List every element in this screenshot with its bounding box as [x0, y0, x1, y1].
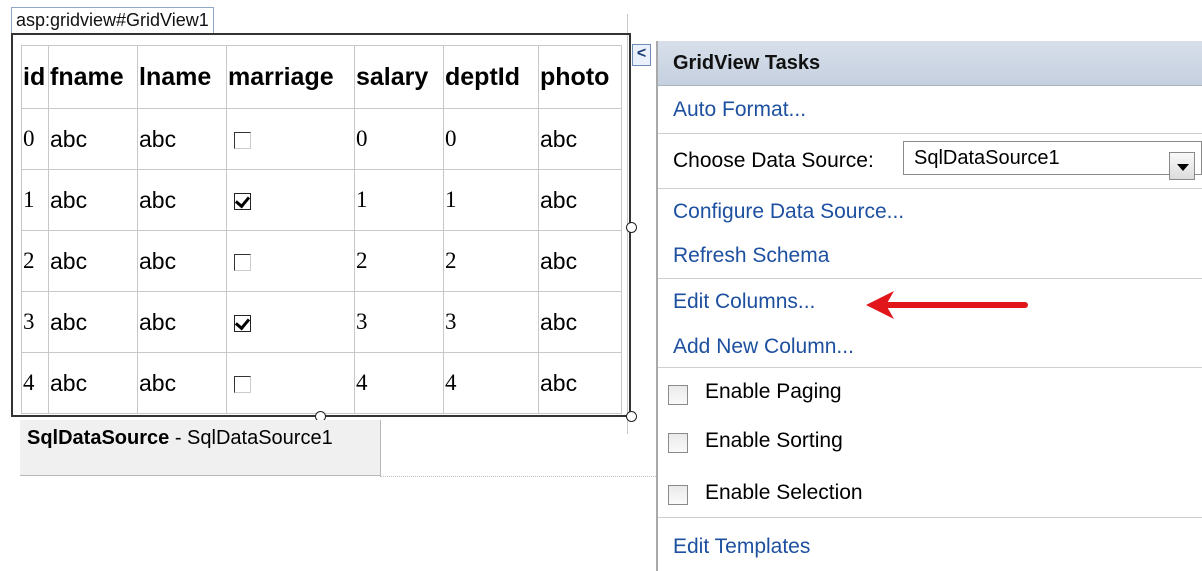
cell-fname: abc — [48, 352, 138, 414]
cell-salary: 2 — [354, 230, 444, 292]
cell-photo: abc — [538, 108, 622, 170]
marriage-checkbox-unchecked[interactable] — [234, 253, 251, 271]
marriage-checkbox-checked[interactable] — [234, 314, 251, 332]
sqldatasource-id: SqlDataSource1 — [187, 427, 333, 449]
cell-deptid: 3 — [443, 291, 539, 353]
column-header-photo[interactable]: photo — [538, 45, 622, 109]
cell-id: 0 — [21, 108, 49, 170]
column-header-salary[interactable]: salary — [354, 45, 444, 109]
auto-format-link[interactable]: Auto Format... — [673, 98, 806, 122]
enable-sorting-label[interactable]: Enable Sorting — [705, 429, 843, 453]
cell-lname: abc — [137, 291, 227, 353]
cell-id: 4 — [21, 352, 49, 414]
marriage-checkbox-checked[interactable] — [234, 192, 251, 210]
table-row: 2 abc abc 2 2 abc — [21, 230, 622, 292]
column-header-fname[interactable]: fname — [48, 45, 138, 109]
smart-tag-collapse-button[interactable]: < — [632, 44, 651, 66]
table-row: 1 abc abc 1 1 abc — [21, 169, 622, 231]
cell-photo: abc — [538, 352, 622, 414]
cell-id: 2 — [21, 230, 49, 292]
add-new-column-link[interactable]: Add New Column... — [673, 335, 854, 359]
cell-salary: 0 — [354, 108, 444, 170]
column-header-marriage[interactable]: marriage — [226, 45, 355, 109]
data-source-select[interactable]: SqlDataSource1 — [903, 141, 1202, 175]
column-header-id[interactable]: id — [21, 45, 49, 109]
cell-deptid: 0 — [443, 108, 539, 170]
cell-deptid: 2 — [443, 230, 539, 292]
cell-fname: abc — [48, 230, 138, 292]
cell-fname: abc — [48, 108, 138, 170]
edit-columns-link[interactable]: Edit Columns... — [673, 290, 815, 314]
cell-fname: abc — [48, 291, 138, 353]
resize-handle-right[interactable] — [626, 222, 637, 233]
column-header-deptid[interactable]: deptId — [443, 45, 539, 109]
resize-handle-bottom-right[interactable] — [626, 411, 637, 422]
edit-templates-link[interactable]: Edit Templates — [673, 535, 810, 559]
cell-marriage — [226, 352, 355, 414]
enable-paging-label[interactable]: Enable Paging — [705, 380, 842, 404]
cell-salary: 3 — [354, 291, 444, 353]
cell-id: 3 — [21, 291, 49, 353]
grid-header-row: id fname lname marriage salary deptId ph… — [21, 45, 622, 109]
tasks-panel-title: GridView Tasks — [658, 41, 1202, 86]
cell-marriage — [226, 230, 355, 292]
gridview-tag-label: asp:gridview#GridView1 — [11, 7, 214, 33]
sqldatasource-separator: - — [169, 427, 188, 449]
sqldatasource-control[interactable]: SqlDataSource - SqlDataSource1 — [20, 420, 381, 476]
column-header-lname[interactable]: lname — [137, 45, 227, 109]
designer-dotted-guide — [380, 476, 656, 477]
cell-lname: abc — [137, 169, 227, 231]
cell-photo: abc — [538, 169, 622, 231]
cell-photo: abc — [538, 230, 622, 292]
divider — [658, 188, 1202, 189]
cell-salary: 4 — [354, 352, 444, 414]
cell-id: 1 — [21, 169, 49, 231]
cell-marriage — [226, 108, 355, 170]
divider — [658, 517, 1202, 518]
enable-selection-label[interactable]: Enable Selection — [705, 481, 863, 505]
divider — [658, 133, 1202, 134]
table-row: 3 abc abc 3 3 abc — [21, 291, 622, 353]
divider — [658, 278, 1202, 279]
gridview-table[interactable]: id fname lname marriage salary deptId ph… — [21, 45, 622, 414]
cell-fname: abc — [48, 169, 138, 231]
marriage-checkbox-unchecked[interactable] — [234, 131, 251, 149]
table-row: 4 abc abc 4 4 abc — [21, 352, 622, 414]
cell-lname: abc — [137, 352, 227, 414]
cell-lname: abc — [137, 108, 227, 170]
cell-lname: abc — [137, 230, 227, 292]
choose-data-source-label: Choose Data Source: — [673, 149, 874, 172]
red-arrow-annotation-icon — [866, 291, 1028, 319]
cell-marriage — [226, 169, 355, 231]
enable-selection-checkbox[interactable] — [668, 485, 688, 505]
cell-deptid: 4 — [443, 352, 539, 414]
cell-marriage — [226, 291, 355, 353]
enable-sorting-checkbox[interactable] — [668, 433, 688, 453]
chevron-down-icon[interactable] — [1169, 152, 1195, 180]
enable-paging-checkbox[interactable] — [668, 385, 688, 405]
divider — [658, 367, 1202, 368]
cell-deptid: 1 — [443, 169, 539, 231]
table-row: 0 abc abc 0 0 abc — [21, 108, 622, 170]
refresh-schema-link[interactable]: Refresh Schema — [673, 244, 829, 268]
configure-data-source-link[interactable]: Configure Data Source... — [673, 200, 904, 224]
marriage-checkbox-unchecked[interactable] — [234, 375, 251, 393]
cell-salary: 1 — [354, 169, 444, 231]
sqldatasource-type: SqlDataSource — [27, 427, 170, 449]
cell-photo: abc — [538, 291, 622, 353]
